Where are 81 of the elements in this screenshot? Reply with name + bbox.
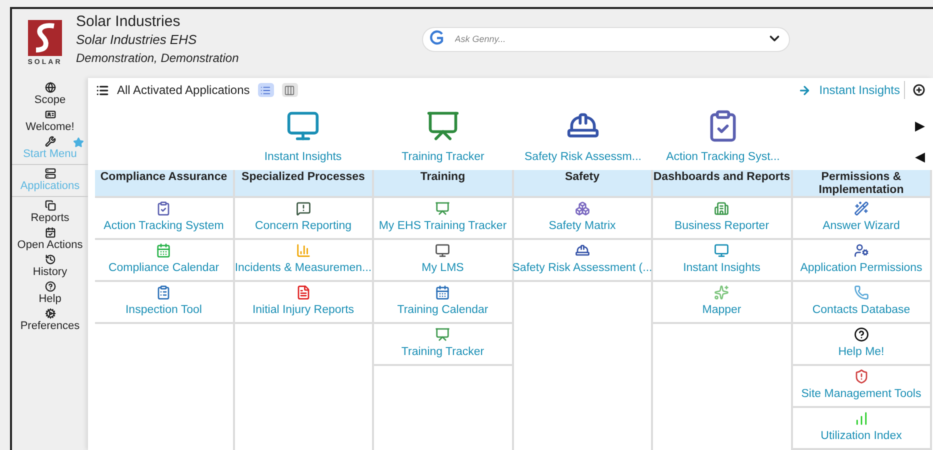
column-header: Safety <box>514 170 651 198</box>
nav-item[interactable]: Preferences <box>20 319 80 333</box>
app-tile[interactable]: Training Calendar <box>374 282 512 324</box>
app-tile[interactable]: Business Reporter <box>653 198 790 240</box>
featured-app[interactable]: Safety Risk Assessm... <box>521 108 645 166</box>
clipboard-icon <box>156 284 172 300</box>
column-header: Specialized Processes <box>234 170 372 198</box>
app-tile[interactable]: Incidents & Measuremen... <box>234 240 372 282</box>
nav-icon <box>44 82 56 93</box>
nav-icon <box>44 136 56 147</box>
column-header: Compliance Assurance <box>95 170 232 198</box>
nav-icon <box>44 308 56 319</box>
app-tile[interactable]: Utilization Index <box>792 408 930 450</box>
presentation-icon <box>435 200 450 216</box>
calendar-icon <box>156 242 172 258</box>
view-toggle[interactable] <box>258 83 274 97</box>
monitor-icon <box>435 242 450 258</box>
column-header: Training <box>374 170 512 198</box>
arrow-icon <box>798 84 812 96</box>
app-tile[interactable]: Application Permissions <box>792 240 930 282</box>
contacts-icon <box>854 284 869 300</box>
company-name: Solar Industries <box>76 13 182 31</box>
presentation-icon <box>435 326 450 342</box>
list-icon <box>96 84 109 96</box>
nav-item[interactable]: Start Menu <box>23 147 77 161</box>
building-icon <box>714 200 730 216</box>
hard-hat-icon <box>574 242 590 258</box>
cubes-icon <box>574 200 590 216</box>
app-tile[interactable]: Safety Matrix <box>514 198 651 240</box>
nav-item[interactable]: Open Actions <box>17 238 83 252</box>
nav-icon <box>44 109 56 120</box>
app-name: Solar Industries EHS <box>76 31 198 49</box>
featured-app[interactable]: Training Tracker <box>381 108 505 166</box>
clipboard-icon <box>156 200 172 216</box>
app-tile[interactable]: Inspection Tool <box>95 282 232 324</box>
bar-chart-icon <box>854 410 869 426</box>
nav-icon <box>44 168 56 179</box>
app-tile[interactable]: My LMS <box>374 240 512 282</box>
app-tile[interactable]: Concern Reporting <box>234 198 372 240</box>
view-title: All Activated Applications <box>117 82 250 99</box>
nav-item[interactable]: Applications <box>20 179 80 193</box>
app-tile[interactable]: Help Me! <box>792 324 930 366</box>
g-logo-icon <box>428 30 446 46</box>
featured-app[interactable]: Action Tracking Syst... <box>661 108 785 166</box>
nav-item[interactable]: Welcome! <box>26 120 74 134</box>
app-tile[interactable]: My EHS Training Tracker <box>374 198 512 240</box>
user-name: Demonstration, Demonstration <box>76 50 239 67</box>
calendar-icon <box>435 284 450 300</box>
app-tile[interactable]: Initial Injury Reports <box>234 282 372 324</box>
app-tile[interactable]: Training Tracker <box>374 324 512 366</box>
nav-item[interactable]: Reports <box>30 211 70 225</box>
column-header: Dashboards and Reports <box>653 170 790 198</box>
nav-icon <box>44 254 56 265</box>
previous-button[interactable]: ◀ <box>915 147 925 166</box>
featured-app[interactable]: Instant Insights <box>241 108 365 166</box>
app-tile[interactable]: Contacts Database <box>792 282 930 324</box>
permissions-icon <box>854 242 869 258</box>
app-tile[interactable]: Instant Insights <box>653 240 790 282</box>
app-tile[interactable]: Compliance Calendar <box>95 240 232 282</box>
report-icon <box>296 284 311 300</box>
nav-icon <box>44 200 56 211</box>
nav-item[interactable]: Scope <box>34 93 66 107</box>
wand-icon <box>854 200 869 216</box>
monitor-icon <box>714 242 730 258</box>
view-toggle[interactable] <box>282 83 298 97</box>
app-tile[interactable]: Answer Wizard <box>792 198 930 240</box>
star-icon[interactable] <box>73 137 84 148</box>
nav-item[interactable]: History <box>32 265 68 279</box>
help-icon <box>854 326 869 342</box>
app-tile[interactable]: Site Management Tools <box>792 366 930 408</box>
nav-item[interactable]: Help <box>38 292 62 306</box>
column-header: Permissions & Implementation <box>792 170 930 198</box>
app-tile[interactable]: Mapper <box>653 282 790 324</box>
chart-icon <box>296 242 311 258</box>
nav-icon <box>44 281 56 292</box>
nav-icon <box>44 227 56 238</box>
next-button[interactable]: ▶ <box>915 116 925 136</box>
app-tile[interactable]: Safety Risk Assessment (... <box>514 240 651 282</box>
add-icon[interactable] <box>913 84 925 96</box>
app-tile[interactable]: Action Tracking System <box>95 198 232 240</box>
instant-insights-link[interactable]: Instant Insights <box>819 81 905 99</box>
